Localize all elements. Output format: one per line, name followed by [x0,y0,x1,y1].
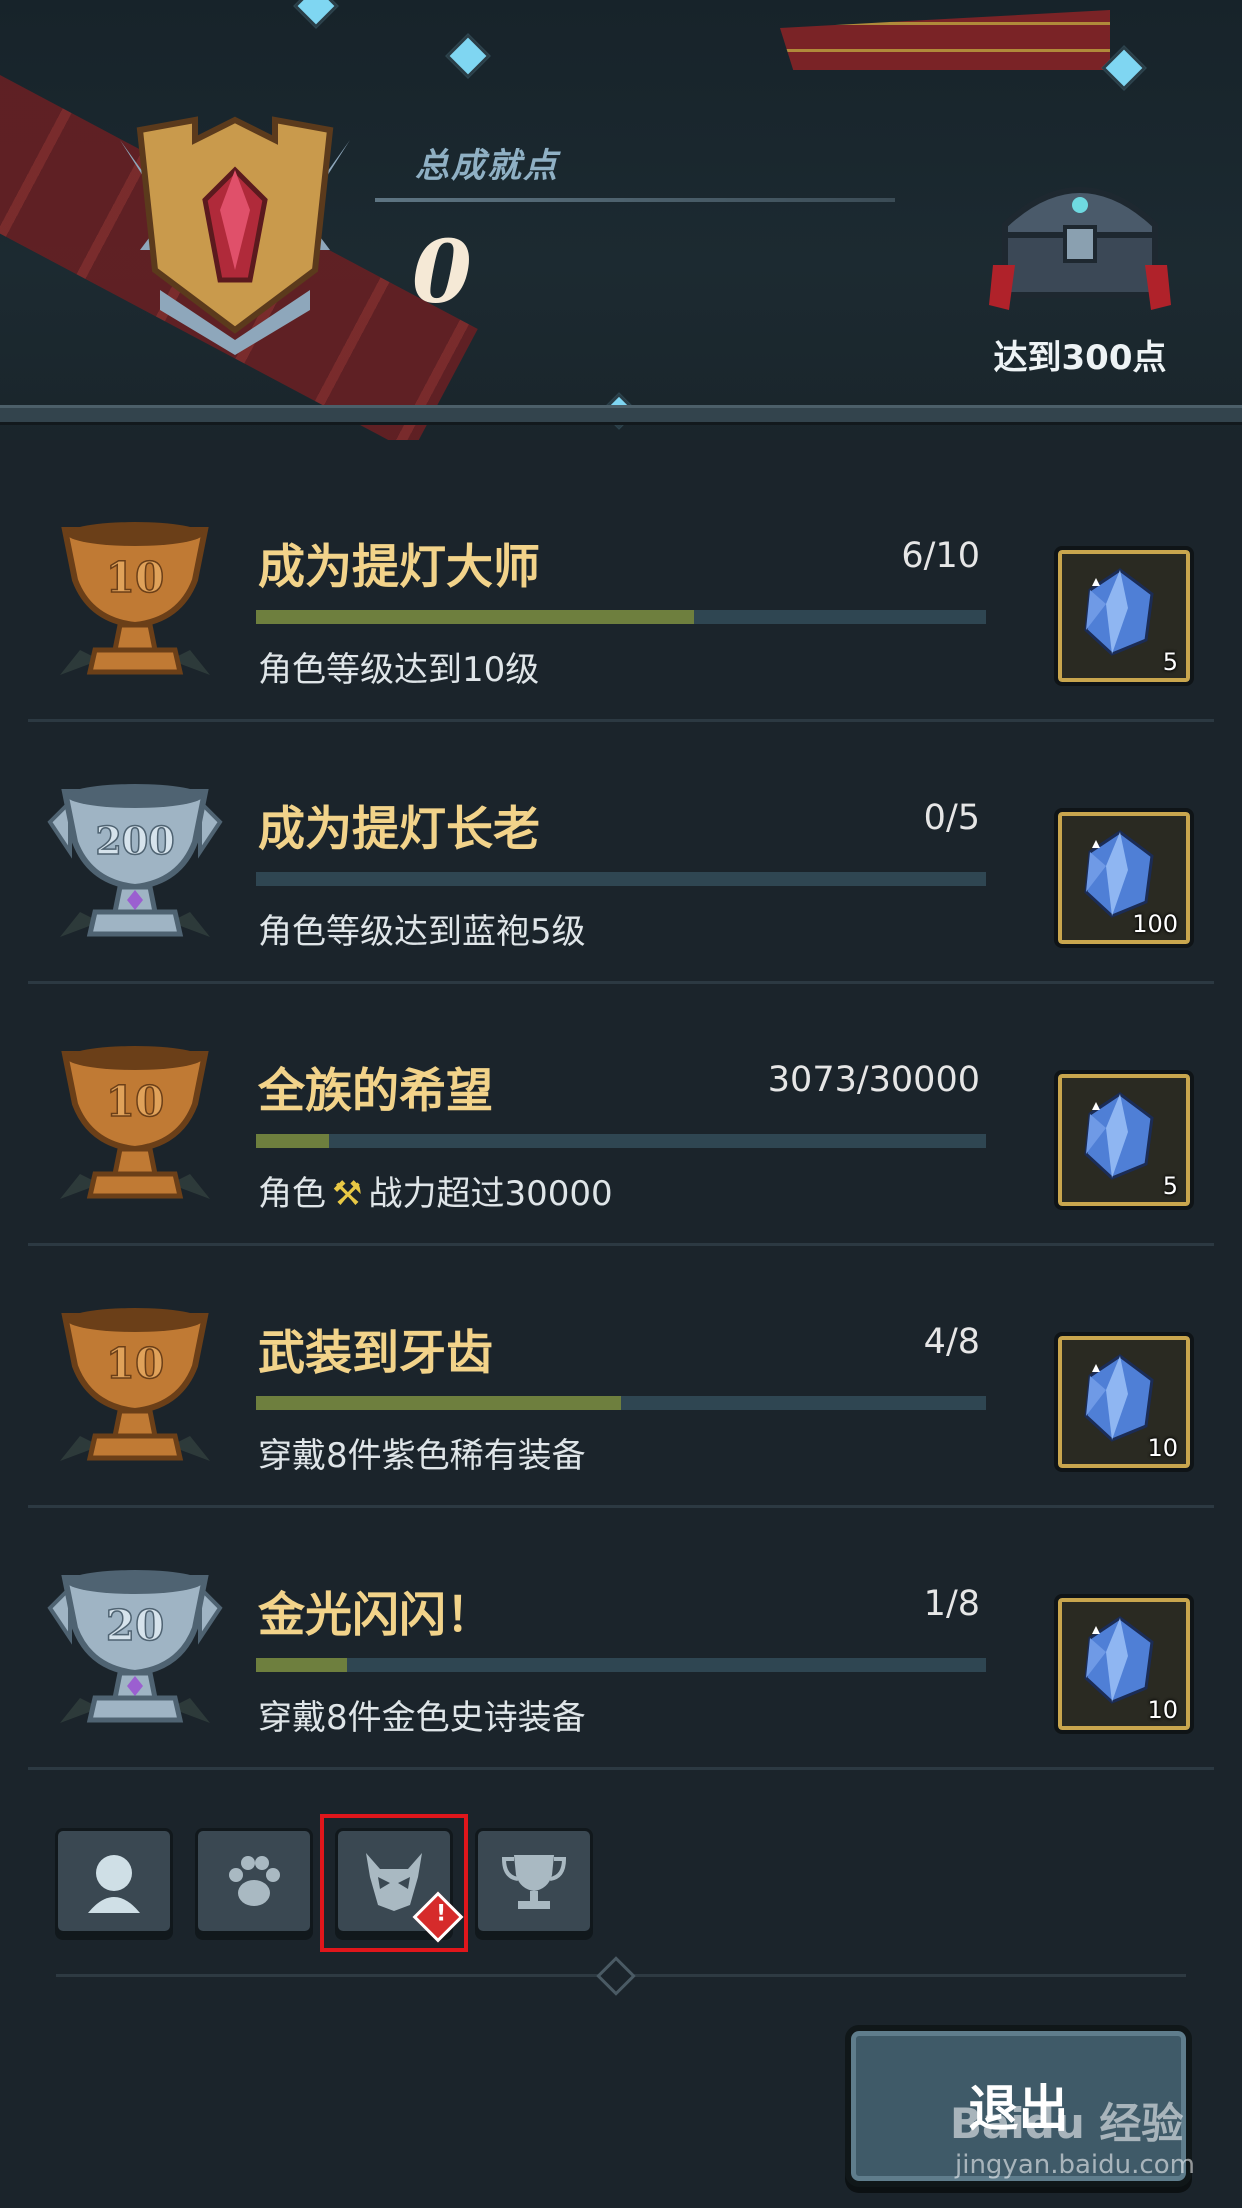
progress-fill [256,1134,329,1148]
trophy-number: 10 [106,1077,164,1126]
watermark-url: jingyan.baidu.com [955,2150,1195,2180]
reward-quantity: 10 [1147,1696,1178,1724]
tab-trophies[interactable] [475,1828,593,1934]
reward-slot[interactable]: 10 [1054,1332,1194,1472]
achievement-progress-bar [256,872,986,886]
reward-slot[interactable]: 5 [1054,546,1194,686]
header-gem-icon [293,0,339,29]
achievement-title: 全族的希望 [258,1064,493,1119]
description-text: 角色等级达到10级 [258,650,540,690]
silver-trophy-icon: 20 [47,1570,223,1723]
trophy-number: 20 [106,1601,164,1650]
achievement-header: 总成就点 0 达到300点 [0,0,1242,440]
achievement-row[interactable]: 20 金光闪闪！ 1/8 穿戴8件金色史诗装备 10 [0,1508,1242,1770]
achievement-progress-count: 0/5 [923,798,980,838]
achievement-description: 角色 ⚒ 战力超过30000 [258,1166,613,1215]
achievement-title: 金光闪闪！ [258,1588,493,1643]
progress-fill [256,1396,621,1410]
reward-quantity: 10 [1147,1434,1178,1462]
achievement-list: 10 成为提灯大师 6/10 角色等级达到10级 5 200 成为提灯长老 0/… [0,460,1242,1770]
achievement-title: 成为提灯大师 [258,540,540,595]
description-text: 穿戴8件金色史诗装备 [258,1698,586,1738]
achievement-row[interactable]: 10 全族的希望 3073/30000 角色 ⚒ 战力超过30000 5 [0,984,1242,1246]
achievement-row[interactable]: 10 成为提灯大师 6/10 角色等级达到10级 5 [0,460,1242,722]
achievement-crest-icon [120,116,350,355]
character-icon [88,1855,140,1913]
reward-slot[interactable]: 100 [1054,808,1194,948]
chest-requirement-label: 达到300点 [993,338,1167,378]
header-top-banner [780,10,1110,70]
paw-icon [229,1856,280,1906]
total-achievement-points-value: 0 [412,222,472,323]
achievement-progress-bar [256,610,986,624]
achievement-title: 成为提灯长老 [258,802,540,857]
power-icon: ⚒ [332,1174,363,1214]
tab-pets[interactable] [195,1828,313,1934]
reward-slot[interactable]: 10 [1054,1594,1194,1734]
silver-trophy-icon: 200 [47,784,223,937]
score-underline [375,198,895,202]
trophy-number: 200 [95,818,174,863]
reward-quantity: 100 [1132,910,1178,938]
tab-character[interactable] [55,1828,173,1934]
total-achievement-points-label: 总成就点 [415,146,559,186]
achievement-progress-bar [256,1396,986,1410]
achievement-progress-bar [256,1134,986,1148]
blue-crystal-icon [1084,1092,1154,1180]
achievement-description: 穿戴8件紫色稀有装备 [258,1428,586,1477]
treasure-chest-icon[interactable] [985,165,1175,315]
achievement-progress-count: 6/10 [901,536,980,576]
trophy-icon [501,1855,567,1909]
header-gem-icon [445,33,491,79]
bronze-trophy-icon: 10 [60,522,210,675]
achievement-progress-count: 1/8 [923,1584,980,1624]
achievement-row[interactable]: 10 武装到牙齿 4/8 穿戴8件紫色稀有装备 10 [0,1246,1242,1508]
reward-quantity: 5 [1162,648,1178,676]
achievement-description: 角色等级达到蓝袍5级 [258,904,586,953]
reward-slot[interactable]: 5 [1054,1070,1194,1210]
progress-fill [256,1658,348,1672]
achievement-description: 角色等级达到10级 [258,642,539,691]
reward-quantity: 5 [1162,1172,1178,1200]
achievement-title: 武装到牙齿 [258,1326,493,1381]
blue-crystal-icon [1084,830,1154,918]
description-text-suffix: 战力超过30000 [368,1174,613,1214]
header-frame [0,405,1242,425]
row-divider [28,1767,1214,1770]
bronze-trophy-icon: 10 [60,1308,210,1461]
achievement-progress-count: 3073/30000 [767,1060,980,1100]
description-text: 穿戴8件紫色稀有装备 [258,1436,586,1476]
achievement-description: 穿戴8件金色史诗装备 [258,1690,586,1739]
blue-crystal-icon [1084,1354,1154,1442]
description-text: 角色 [258,1174,326,1214]
achievement-progress-count: 4/8 [923,1322,980,1362]
trophy-number: 10 [106,1339,164,1388]
bronze-trophy-icon: 10 [60,1046,210,1199]
description-text: 角色等级达到蓝袍5级 [258,912,586,952]
progress-fill [256,610,694,624]
separator-ornament-icon [596,1956,636,1996]
tab-highlight-box [320,1814,468,1952]
achievement-row[interactable]: 200 成为提灯长老 0/5 角色等级达到蓝袍5级 100 [0,722,1242,984]
blue-crystal-icon [1084,568,1154,656]
trophy-number: 10 [106,553,164,602]
watermark-logo: Baidu 经验 [950,2099,1184,2148]
achievement-progress-bar [256,1658,986,1672]
blue-crystal-icon [1084,1616,1154,1704]
